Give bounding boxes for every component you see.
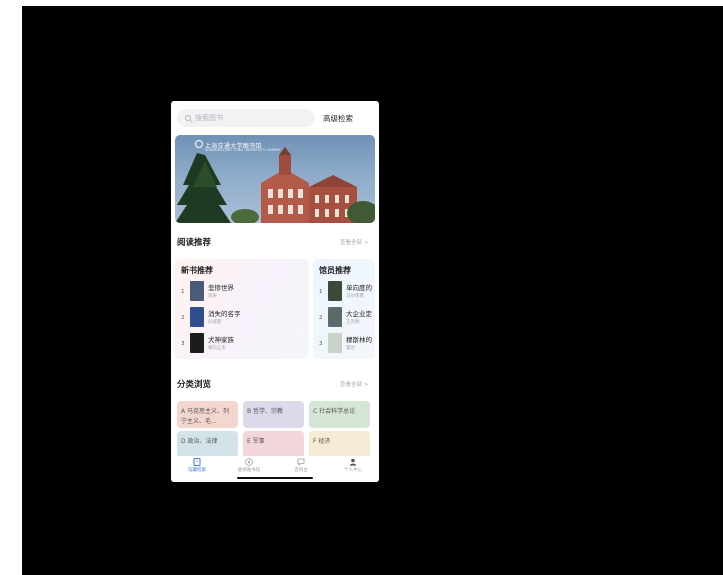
book-author: 旧城客 — [208, 320, 222, 325]
category-tile-e[interactable]: E 军事 — [243, 431, 304, 458]
category-tile-c[interactable]: C 社会科学总论 — [309, 401, 370, 428]
book-rank: 2 — [181, 315, 185, 321]
reading-see-all-link[interactable]: 查看全部 > — [340, 238, 368, 246]
tab-label: 咨询台 — [294, 468, 308, 473]
search-input[interactable]: 搜索图书 — [177, 109, 315, 127]
librarian-picks-title: 馆员推荐 — [319, 266, 351, 275]
book-title: 犬神家族 — [208, 336, 234, 344]
tab-label: 馆藏检索 — [188, 468, 206, 473]
advanced-search-button[interactable]: 高级检索 — [323, 113, 353, 124]
book-cover — [328, 307, 342, 327]
home-indicator — [237, 477, 313, 479]
book-author: 横沟正史 — [208, 346, 226, 351]
chat-icon — [297, 458, 305, 466]
book-rank: 1 — [181, 289, 185, 295]
book-title: 悲惨世界 — [208, 284, 234, 292]
book-icon — [193, 458, 201, 466]
book-item[interactable]: 1 单向度的 马尔库塞 — [319, 281, 375, 303]
book-cover — [328, 281, 342, 301]
book-title: 消失的名字 — [208, 310, 241, 318]
book-item[interactable]: 2 消失的名字 旧城客 — [181, 307, 306, 329]
book-item[interactable]: 3 穆斯林的 霍达 — [319, 333, 375, 355]
tab-consult[interactable]: 咨询台 — [275, 458, 327, 473]
category-tile-d[interactable]: D 政治、法律 — [177, 431, 238, 458]
book-author: 雨果 — [208, 294, 217, 299]
phone-screen: 搜索图书 高级检索 上海交通大学图书馆 SHANGHAI JIAO TONG U… — [171, 101, 379, 482]
library-banner[interactable]: 上海交通大学图书馆 SHANGHAI JIAO TONG UNIVERSITY … — [175, 135, 375, 223]
category-tile-b[interactable]: B 哲学、宗教 — [243, 401, 304, 428]
book-item[interactable]: 2 大企业定 王克明 — [319, 307, 375, 329]
search-bar: 搜索图书 高级检索 — [171, 107, 379, 129]
tab-collection-search[interactable]: 馆藏检索 — [171, 458, 223, 473]
compass-icon — [245, 458, 253, 466]
search-icon — [185, 115, 191, 121]
book-rank: 3 — [319, 341, 323, 347]
tab-label: 虚拟图书馆 — [237, 468, 261, 473]
person-icon — [349, 458, 357, 466]
book-title: 穆斯林的 — [346, 336, 372, 344]
book-rank: 2 — [319, 315, 323, 321]
tab-personal-center[interactable]: 个人中心 — [327, 458, 379, 473]
book-cover — [190, 307, 204, 327]
book-author: 马尔库塞 — [346, 294, 364, 299]
book-item[interactable]: 3 犬神家族 横沟正史 — [181, 333, 306, 355]
book-title: 单向度的 — [346, 284, 372, 292]
librarian-picks-card[interactable]: 馆员推荐 1 单向度的 马尔库塞 2 大企业定 王克明 3 穆斯林的 霍达 — [313, 259, 375, 359]
book-author: 王克明 — [346, 320, 360, 325]
book-rank: 1 — [319, 289, 323, 295]
book-cover — [190, 281, 204, 301]
book-item[interactable]: 1 悲惨世界 雨果 — [181, 281, 306, 303]
university-emblem-icon — [195, 140, 203, 148]
book-cover — [190, 333, 204, 353]
browse-see-all-link[interactable]: 查看全部 > — [340, 380, 368, 388]
book-cover — [328, 333, 342, 353]
book-rank: 3 — [181, 341, 185, 347]
category-tile-a[interactable]: A 马克思主义、列宁主义、毛... — [177, 401, 238, 428]
tab-label: 个人中心 — [344, 468, 362, 473]
search-placeholder: 搜索图书 — [195, 114, 223, 122]
category-tile-f[interactable]: F 经济 — [309, 431, 370, 458]
browse-section-title: 分类浏览 — [177, 380, 212, 390]
banner-logo-subtext: SHANGHAI JIAO TONG UNIVERSITY LIBRARY — [205, 148, 281, 152]
book-author: 霍达 — [346, 346, 355, 351]
book-title: 大企业定 — [346, 310, 372, 318]
new-books-card[interactable]: 新书推荐 1 悲惨世界 雨果 2 消失的名字 旧城客 3 犬神家族 横沟正史 — [175, 259, 309, 359]
tab-virtual-library[interactable]: 虚拟图书馆 — [223, 458, 275, 473]
reading-section-title: 阅读推荐 — [177, 238, 212, 248]
new-books-title: 新书推荐 — [181, 266, 213, 275]
